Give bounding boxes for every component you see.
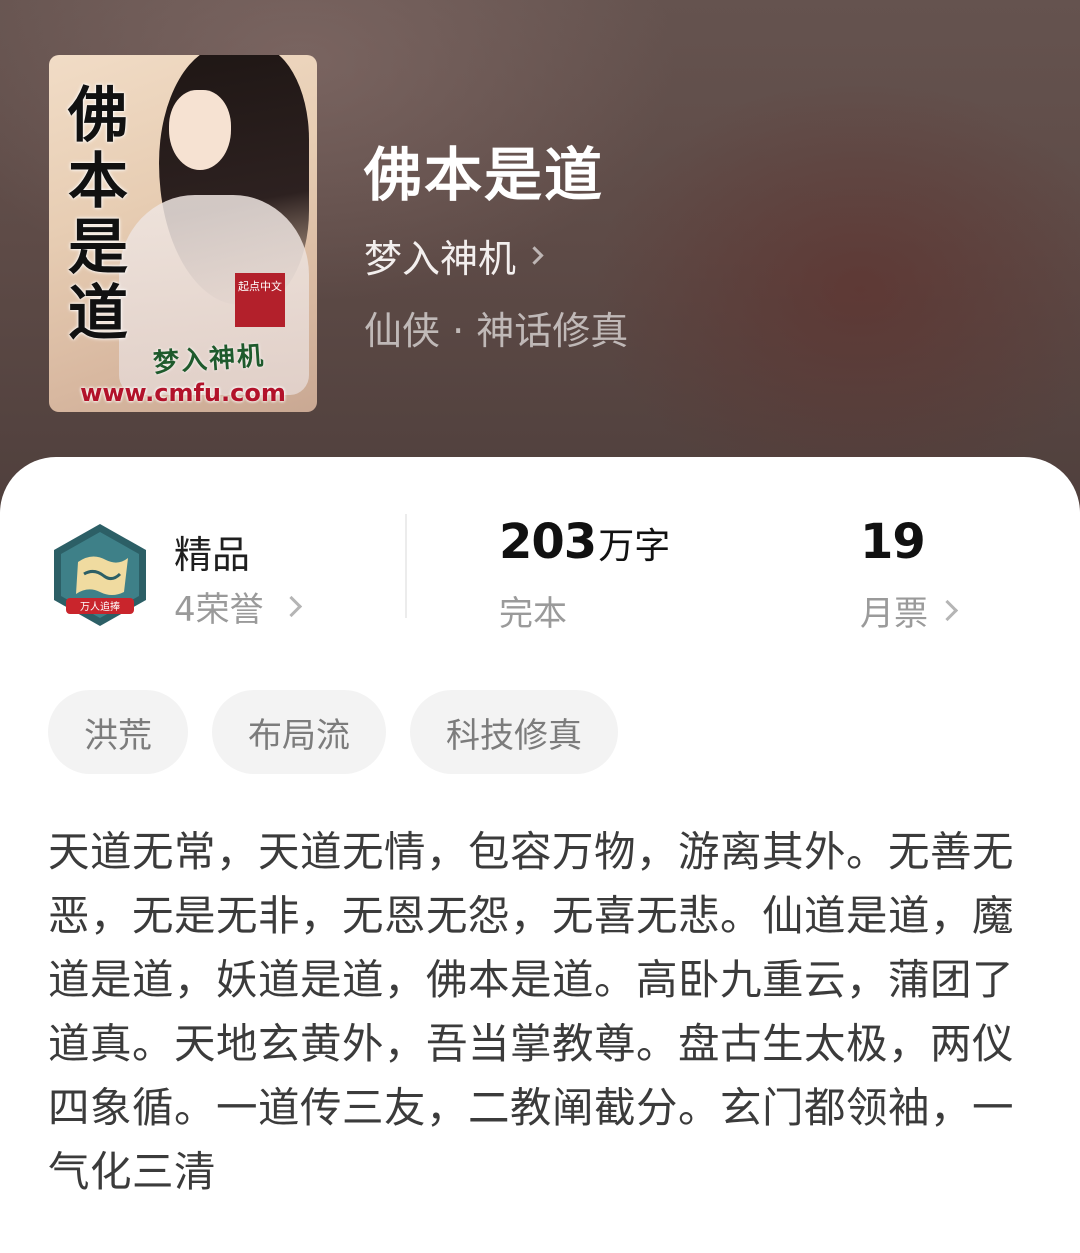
monthly-tickets-label: 月票: [860, 594, 928, 634]
badge-ribbon-text: 万人追捧: [80, 600, 120, 613]
word-count-value: 203: [499, 514, 597, 570]
chevron-right-icon: [525, 246, 544, 265]
cover-url: www.cmfu.com: [80, 379, 286, 407]
tag-chip[interactable]: 洪荒: [48, 690, 188, 774]
cover-seal: 起点中文: [235, 273, 285, 327]
book-header: 佛本是道 起点中文 梦入神机 www.cmfu.com 佛本是道 梦入神机 仙侠…: [0, 0, 1080, 520]
honor-count-link[interactable]: 4荣誉: [174, 582, 302, 631]
completion-status-text: 完本: [499, 594, 567, 634]
cover-title: 佛本是道: [68, 81, 128, 349]
book-cover[interactable]: 佛本是道 起点中文 梦入神机 www.cmfu.com: [49, 55, 317, 412]
tag-chip[interactable]: 布局流: [212, 690, 386, 774]
book-category: 仙侠 · 神话修真: [364, 309, 629, 353]
monthly-tickets-link[interactable]: 月票: [860, 586, 959, 635]
word-count: 203万字: [499, 514, 670, 570]
completion-status: 完本: [499, 586, 567, 635]
honor-badge-icon[interactable]: 万人追捧: [50, 522, 150, 628]
word-count-unit: 万字: [598, 526, 671, 567]
tag-chip[interactable]: 科技修真: [410, 690, 618, 774]
author-name: 梦入神机: [364, 237, 517, 281]
chevron-right-icon: [280, 595, 302, 618]
monthly-tickets-value: 19: [860, 514, 926, 570]
stats-divider: [405, 514, 407, 618]
book-synopsis[interactable]: 天道无常，天道无情，包容万物，游离其外。无善无恶，无是无非，无恩无怨，无喜无悲。…: [48, 820, 1038, 1204]
tag-list: 洪荒 布局流 科技修真: [48, 690, 618, 774]
monthly-tickets: 19: [860, 514, 926, 570]
chevron-right-icon: [936, 599, 959, 622]
author-link[interactable]: 梦入神机: [364, 228, 544, 283]
honor-count: 4荣誉: [174, 590, 264, 630]
honor-level: 精品: [174, 533, 251, 577]
book-title: 佛本是道: [364, 141, 605, 209]
cover-art-face: [169, 90, 231, 170]
cover-author: 梦入神机: [152, 341, 267, 379]
